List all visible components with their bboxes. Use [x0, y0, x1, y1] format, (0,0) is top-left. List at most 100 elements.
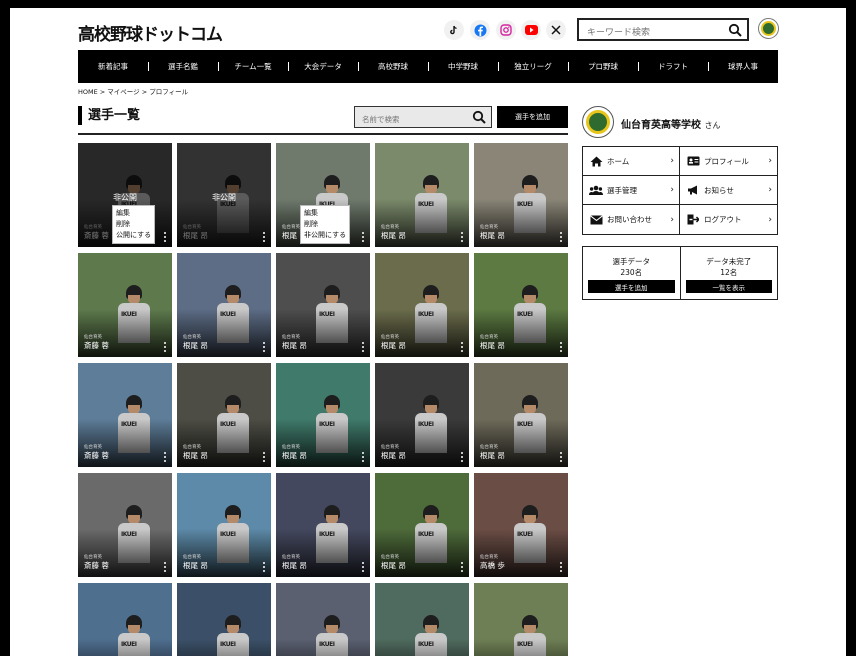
nav-item-teams[interactable]: チーム一覧	[218, 61, 288, 72]
player-name: 根尾 昂	[282, 451, 307, 460]
x-icon[interactable]	[546, 20, 566, 40]
keyword-search[interactable]	[577, 18, 749, 43]
nav-item-junior-high[interactable]: 中学野球	[428, 61, 498, 72]
nav-item-pro-baseball[interactable]: プロ野球	[568, 61, 638, 72]
nav-item-draft[interactable]: ドラフト	[638, 61, 708, 72]
player-card[interactable]: IKUEI仙台育英斎藤 蓉	[78, 473, 172, 577]
player-name: 根尾 昂	[480, 451, 505, 460]
breadcrumb[interactable]: HOME > マイページ > プロフィール	[78, 86, 188, 96]
more-options-icon[interactable]	[164, 562, 166, 572]
more-options-icon[interactable]	[461, 342, 463, 352]
player-card[interactable]: IKUEI	[474, 583, 568, 656]
add-player-button[interactable]: 選手を追加	[497, 106, 568, 128]
player-card[interactable]: IKUEI	[375, 583, 469, 656]
player-card[interactable]: IKUEI仙台育英斎藤 蓉非公開編集削除公開にする	[78, 143, 172, 247]
facebook-icon[interactable]	[470, 20, 490, 40]
more-options-icon[interactable]	[362, 452, 364, 462]
user-emblem-icon[interactable]	[758, 18, 779, 39]
player-card[interactable]: IKUEI仙台育英斎藤 蓉	[78, 363, 172, 467]
nav-item-player-directory[interactable]: 選手名鑑	[148, 61, 218, 72]
player-name: 根尾 昂	[282, 561, 307, 570]
nav-item-independent-league[interactable]: 独立リーグ	[498, 61, 568, 72]
more-options-icon[interactable]	[263, 232, 265, 242]
more-options-icon[interactable]	[164, 342, 166, 352]
player-card[interactable]: IKUEI仙台育英根尾 昂	[474, 253, 568, 357]
more-options-icon[interactable]	[263, 562, 265, 572]
player-card[interactable]: IKUEI仙台育英根尾 昂	[276, 253, 370, 357]
menu-edit[interactable]: 編集	[116, 208, 151, 219]
nav-item-tournament-data[interactable]: 大会データ	[288, 61, 358, 72]
player-card[interactable]: IKUEI仙台育英根尾 昂	[474, 363, 568, 467]
search-icon[interactable]	[472, 109, 486, 128]
player-card[interactable]: IKUEI仙台育英根尾 昂非公開	[177, 143, 271, 247]
menu-logout[interactable]: ログアウト ›	[680, 205, 777, 234]
player-card[interactable]: IKUEI仙台育英根尾 昂	[375, 253, 469, 357]
tiktok-icon[interactable]	[444, 20, 464, 40]
menu-delete[interactable]: 削除	[116, 219, 151, 230]
player-name: 根尾 昂	[381, 341, 406, 350]
card-shade	[276, 639, 370, 656]
megaphone-icon	[686, 185, 700, 196]
player-card[interactable]: IKUEI	[78, 583, 172, 656]
more-options-icon[interactable]	[362, 562, 364, 572]
keyword-search-input[interactable]	[579, 23, 719, 43]
page: 高校野球ドットコム 新着記事 選手名鑑 チーム一覧 大会データ 高校野球 中学野…	[10, 8, 846, 656]
name-search[interactable]	[354, 106, 492, 130]
player-card[interactable]: IKUEI仙台育英根尾 昂	[375, 363, 469, 467]
page-title: 選手一覧	[78, 106, 140, 125]
player-card[interactable]: IKUEI仙台育英高橋 歩	[474, 473, 568, 577]
player-card[interactable]: IKUEI仙台育英根尾 昂	[375, 473, 469, 577]
player-card[interactable]: IKUEI仙台育英根尾 昂	[177, 363, 271, 467]
player-card[interactable]: IKUEI仙台育英根尾 昂	[177, 253, 271, 357]
player-name: 根尾 昂	[183, 341, 208, 350]
player-card[interactable]: IKUEI仙台育英根尾 昂	[276, 473, 370, 577]
nav-item-high-school[interactable]: 高校野球	[358, 61, 428, 72]
more-options-icon[interactable]	[362, 232, 364, 242]
youtube-icon[interactable]	[521, 20, 541, 40]
menu-player-management[interactable]: 選手管理 ›	[583, 176, 680, 205]
player-name: 根尾 昂	[480, 231, 505, 240]
menu-contact[interactable]: お問い合わせ ›	[583, 205, 680, 234]
player-card[interactable]: IKUEI	[177, 583, 271, 656]
more-options-icon[interactable]	[560, 342, 562, 352]
menu-delete[interactable]: 削除	[304, 219, 346, 230]
more-options-icon[interactable]	[164, 232, 166, 242]
more-options-icon[interactable]	[560, 232, 562, 242]
more-options-icon[interactable]	[461, 452, 463, 462]
add-player-side-button[interactable]: 選手を追加	[588, 280, 675, 293]
nav-item-news[interactable]: 新着記事	[78, 61, 148, 72]
more-options-icon[interactable]	[461, 562, 463, 572]
nav-item-personnel[interactable]: 球界人事	[708, 61, 778, 72]
menu-edit[interactable]: 編集	[304, 208, 346, 219]
instagram-icon[interactable]	[496, 20, 516, 40]
player-name: 根尾 昂	[381, 231, 406, 240]
more-options-icon[interactable]	[164, 452, 166, 462]
search-icon[interactable]	[728, 22, 742, 41]
site-logo[interactable]: 高校野球ドットコム	[78, 20, 223, 45]
show-list-button[interactable]: 一覧を表示	[685, 280, 772, 293]
player-card[interactable]: IKUEI仙台育英根尾 昂	[375, 143, 469, 247]
menu-notices[interactable]: お知らせ ›	[680, 176, 777, 205]
more-options-icon[interactable]	[461, 232, 463, 242]
menu-home-label: ホーム	[607, 156, 630, 166]
name-search-input[interactable]	[355, 109, 465, 130]
more-options-icon[interactable]	[560, 562, 562, 572]
more-options-icon[interactable]	[560, 452, 562, 462]
menu-home[interactable]: ホーム ›	[583, 147, 680, 176]
player-card[interactable]: IKUEI仙台育英根尾 昂編集削除非公開にする	[276, 143, 370, 247]
menu-profile[interactable]: プロフィール ›	[680, 147, 777, 176]
title-divider	[78, 133, 568, 135]
menu-notices-label: お知らせ	[704, 185, 734, 195]
more-options-icon[interactable]	[362, 342, 364, 352]
more-options-icon[interactable]	[263, 452, 265, 462]
school-name: 仙台育英高等学校 さん	[621, 116, 720, 131]
menu-toggle-visibility[interactable]: 非公開にする	[304, 230, 346, 241]
menu-toggle-visibility[interactable]: 公開にする	[116, 230, 151, 241]
player-card[interactable]: IKUEI仙台育英根尾 昂	[177, 473, 271, 577]
stat-count: 12名	[720, 268, 738, 277]
player-card[interactable]: IKUEI仙台育英根尾 昂	[474, 143, 568, 247]
more-options-icon[interactable]	[263, 342, 265, 352]
player-card[interactable]: IKUEI仙台育英斎藤 蓉	[78, 253, 172, 357]
player-card[interactable]: IKUEI仙台育英根尾 昂	[276, 363, 370, 467]
player-card[interactable]: IKUEI	[276, 583, 370, 656]
